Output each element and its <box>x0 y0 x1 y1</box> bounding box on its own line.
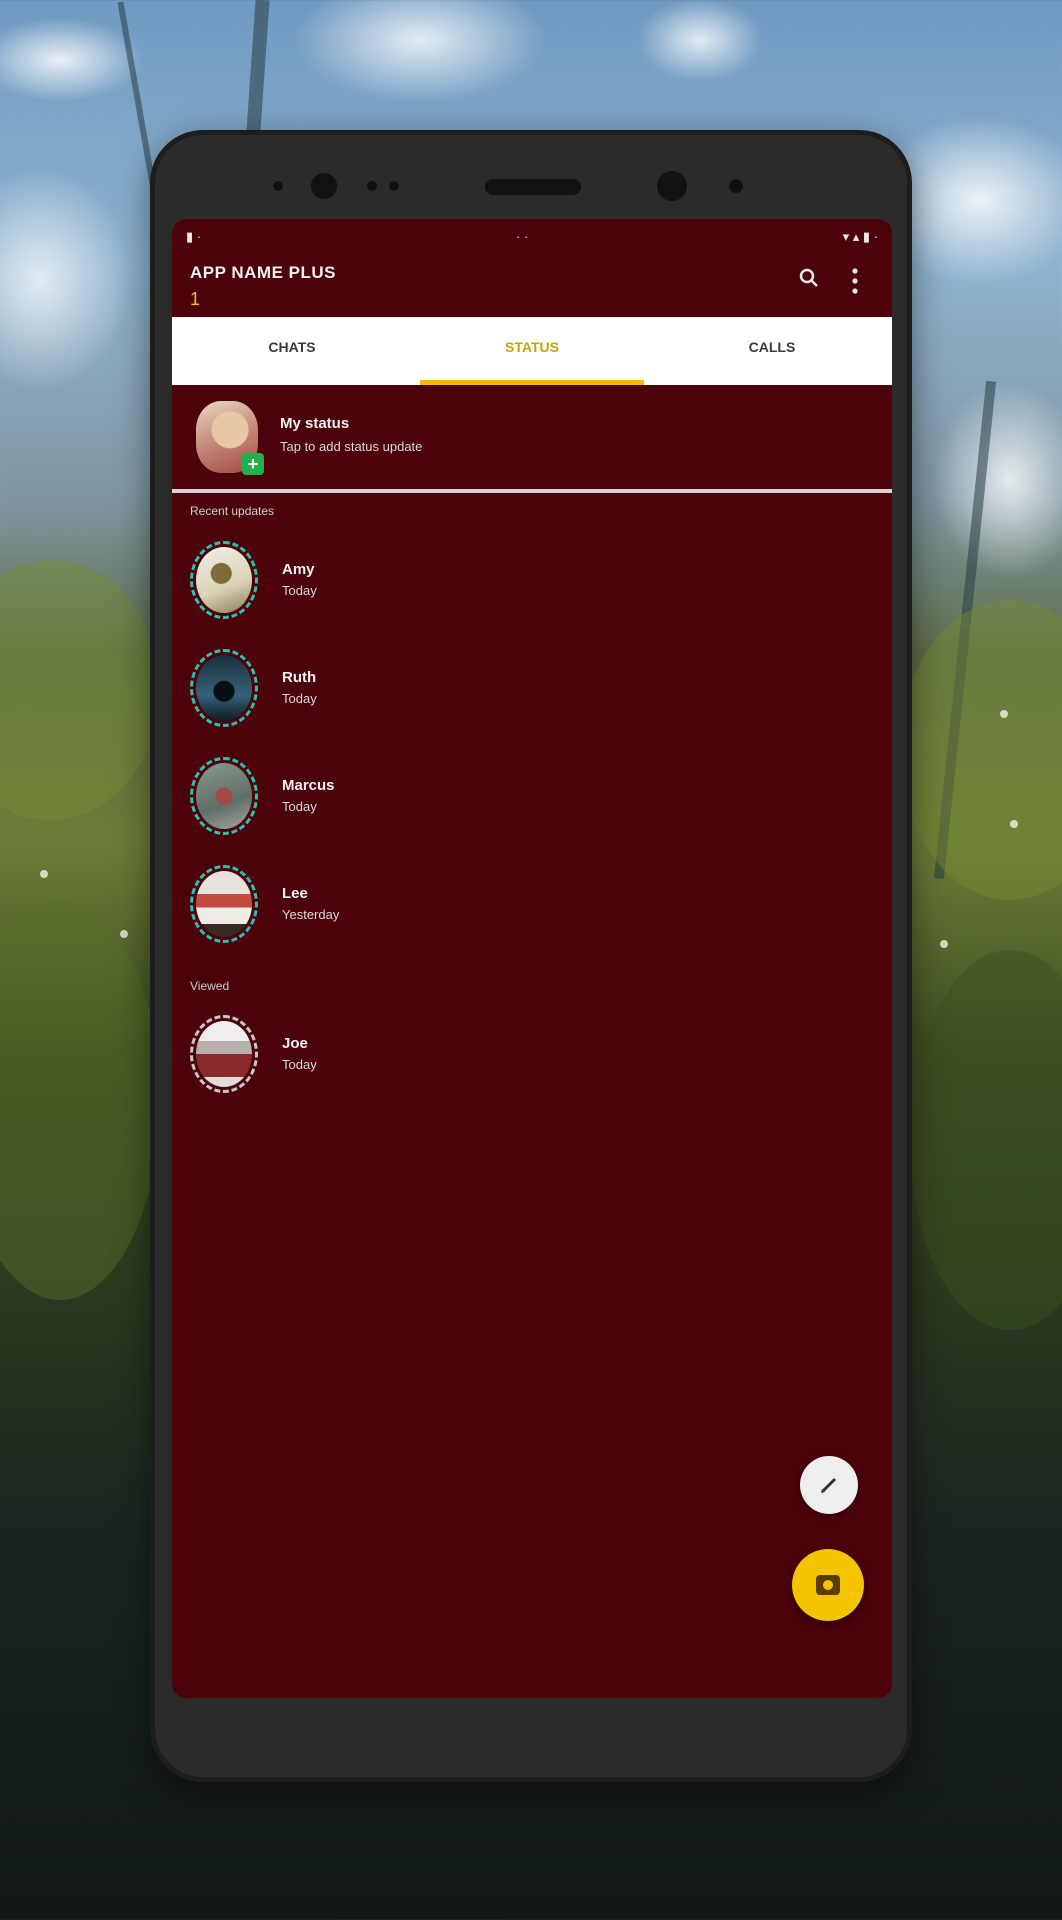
secondary-camera <box>657 171 687 201</box>
status-item[interactable]: Lee Yesterday <box>172 859 892 959</box>
more-vert-icon-glyph <box>852 268 858 294</box>
status-item[interactable]: Ruth Today <box>172 643 892 743</box>
contact-name: Lee <box>282 885 308 902</box>
tab-calls[interactable]: CALLS <box>652 317 892 385</box>
tab-bar: CHATS STATUS CALLS <box>172 317 892 385</box>
status-time: Today <box>282 583 317 598</box>
status-item[interactable]: Joe Today <box>172 1009 892 1109</box>
camera-status-button[interactable] <box>792 1549 864 1621</box>
status-item[interactable]: Amy Today <box>172 535 892 635</box>
status-bar-left: ▮ · <box>186 229 202 244</box>
phone-bottom-bezel <box>155 1698 907 1777</box>
camera-icon <box>816 1575 840 1595</box>
contact-avatar <box>196 547 252 613</box>
section-divider <box>172 489 892 493</box>
status-ring <box>190 649 258 727</box>
search-icon[interactable] <box>794 267 824 297</box>
tab-status[interactable]: STATUS <box>412 317 652 385</box>
status-bar-right: ▾ ▴ ▮ · <box>842 229 878 244</box>
contact-name: Joe <box>282 1035 308 1052</box>
app-bar: APP NAME PLUS 1 <box>172 253 892 317</box>
more-vert-icon[interactable] <box>840 267 870 297</box>
edit-text-status-button[interactable] <box>800 1456 858 1514</box>
recent-updates-label: Recent updates <box>190 504 275 518</box>
add-status-icon: + <box>242 453 264 475</box>
my-status-title: My status <box>280 415 350 432</box>
front-sensor <box>273 181 283 191</box>
status-time: Today <box>282 1057 317 1072</box>
status-ring <box>190 541 258 619</box>
phone-frame: ▮ · · · ▾ ▴ ▮ · APP NAME PLUS 1 CHATS ST… <box>155 135 907 1777</box>
contact-avatar <box>196 655 252 721</box>
front-camera <box>311 173 337 199</box>
contact-name: Ruth <box>282 669 317 686</box>
search-icon-glyph <box>799 268 818 287</box>
my-status-row[interactable]: + My status Tap to add status update <box>172 385 892 485</box>
status-time: Yesterday <box>282 907 340 922</box>
flash-sensor <box>729 179 743 193</box>
proximity-sensor <box>367 181 377 191</box>
status-ring <box>190 757 258 835</box>
contact-avatar <box>196 1021 252 1087</box>
status-time: Today <box>282 799 317 814</box>
system-status-bar: ▮ · · · ▾ ▴ ▮ · <box>172 219 892 253</box>
phone-top-bezel <box>155 135 907 219</box>
status-time: Today <box>282 691 317 706</box>
light-sensor <box>389 181 399 191</box>
contact-avatar <box>196 871 252 937</box>
status-item[interactable]: Marcus Today <box>172 751 892 851</box>
app-title: APP NAME PLUS <box>190 263 336 282</box>
earpiece-speaker <box>485 179 581 195</box>
status-ring-viewed <box>190 1015 258 1093</box>
app-badge: 1 <box>190 289 201 309</box>
contact-avatar <box>196 763 252 829</box>
contact-name: Amy <box>282 561 315 578</box>
contact-name: Marcus <box>282 777 335 794</box>
my-status-subtitle: Tap to add status update <box>280 439 423 454</box>
status-ring <box>190 865 258 943</box>
status-bar-center: · · <box>516 229 529 244</box>
pencil-icon <box>821 1477 837 1493</box>
viewed-updates-label: Viewed <box>190 979 230 993</box>
tab-chats[interactable]: CHATS <box>172 317 412 385</box>
app-screen: ▮ · · · ▾ ▴ ▮ · APP NAME PLUS 1 CHATS ST… <box>172 219 892 1698</box>
